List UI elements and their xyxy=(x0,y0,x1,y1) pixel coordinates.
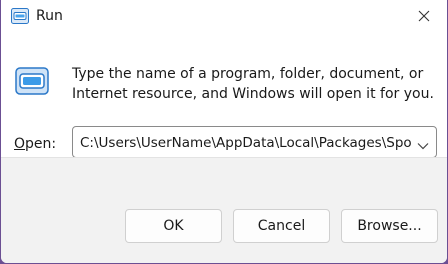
dialog-body: Type the name of a program, folder, docu… xyxy=(1,34,447,158)
window-title: Run xyxy=(36,8,63,24)
ok-button[interactable]: OK xyxy=(125,209,222,243)
dialog-footer: OK Cancel Browse... xyxy=(1,157,447,263)
close-icon xyxy=(418,7,430,26)
open-combobox[interactable]: C:\Users\UserName\AppData\Local\Packages… xyxy=(72,126,437,158)
open-label-text: pen: xyxy=(25,136,57,152)
cancel-button[interactable]: Cancel xyxy=(233,209,330,243)
close-button[interactable] xyxy=(401,0,447,32)
run-app-icon xyxy=(15,67,49,95)
browse-button[interactable]: Browse... xyxy=(341,209,438,243)
title-bar[interactable]: Run xyxy=(1,0,447,34)
dialog-description: Type the name of a program, folder, docu… xyxy=(72,66,434,102)
chevron-down-icon[interactable] xyxy=(416,137,430,150)
run-icon xyxy=(11,8,29,24)
open-label: Open: xyxy=(14,135,56,153)
run-dialog: Run Type the name of a program, folder, … xyxy=(1,0,447,263)
open-input[interactable]: C:\Users\UserName\AppData\Local\Packages… xyxy=(80,134,414,152)
open-label-accelerator: O xyxy=(14,136,26,152)
